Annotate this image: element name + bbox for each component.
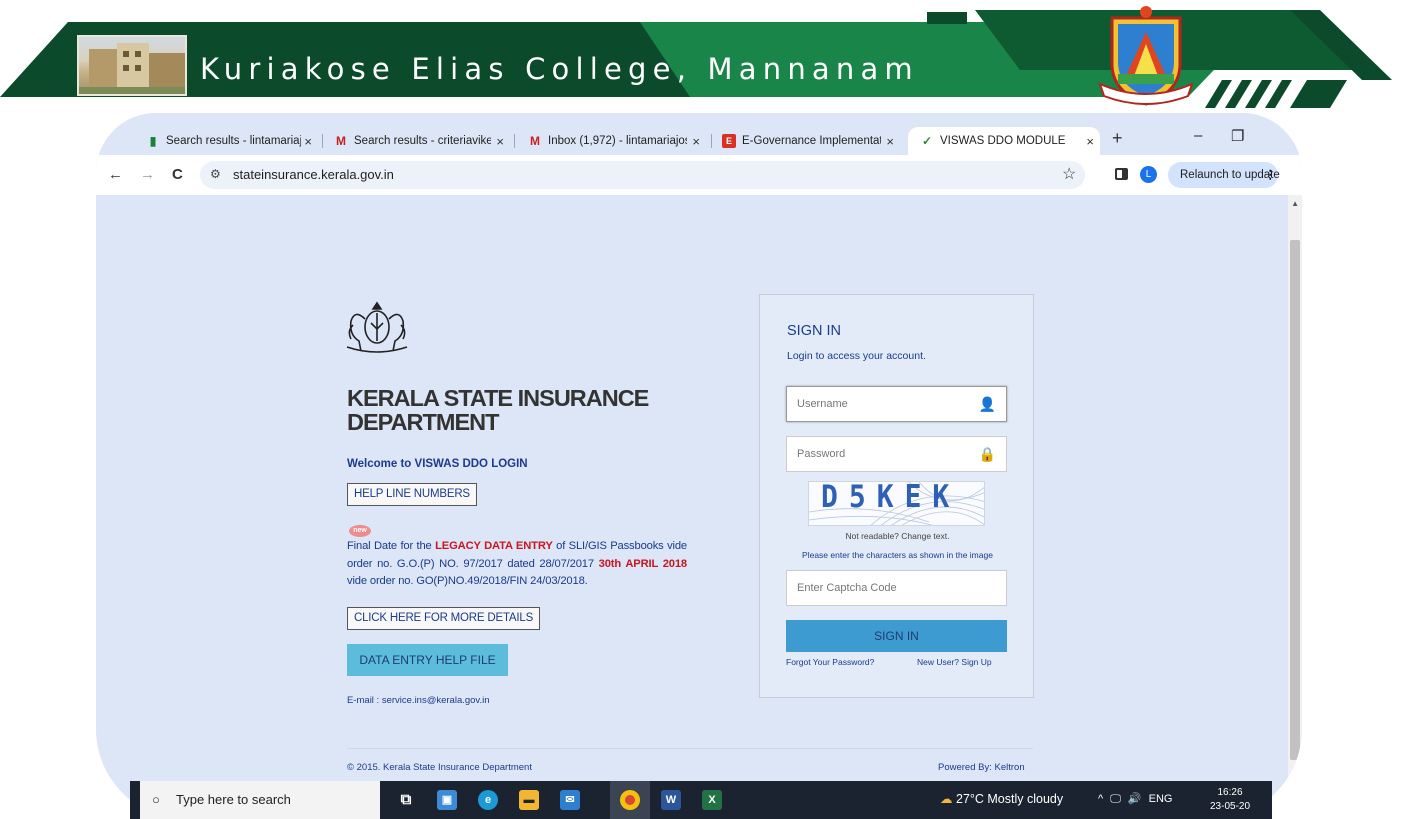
address-bar-row: ← → C ⚙ stateinsurance.kerala.gov.in ☆ L… <box>96 155 1302 195</box>
username-field[interactable]: Username 👤 <box>786 386 1007 422</box>
forgot-password-link[interactable]: Forgot Your Password? <box>786 657 874 667</box>
tab-strip: ▮ Search results - lintamariajos × M Sea… <box>96 113 1302 155</box>
password-field[interactable]: Password 🔒 <box>786 436 1007 472</box>
excel-icon[interactable]: X <box>702 790 722 810</box>
gmail-icon: M <box>530 134 540 148</box>
tab-gmail-inbox[interactable]: M Inbox (1,972) - lintamariajos × <box>528 127 706 155</box>
data-entry-help-file-button[interactable]: DATA ENTRY HELP FILE <box>347 644 508 676</box>
edge-icon[interactable]: e <box>478 790 498 810</box>
omnibox[interactable]: ⚙ stateinsurance.kerala.gov.in <box>200 161 1085 189</box>
change-captcha-link[interactable]: Not readable? Change text. <box>760 531 1035 541</box>
close-tab-icon[interactable]: × <box>304 134 312 149</box>
scroll-thumb[interactable] <box>1290 240 1300 760</box>
relaunch-button[interactable]: Relaunch to update ⋮ <box>1168 162 1280 188</box>
mail-icon[interactable]: ✉ <box>560 790 580 810</box>
screenshot-root: Kuriakose Elias College, Mannanam ▮ Sear… <box>0 0 1402 819</box>
system-tray[interactable]: ^ 🖵 🔊 ENG <box>1098 792 1172 806</box>
chrome-icon[interactable] <box>620 790 640 810</box>
new-tab-button[interactable]: + <box>1112 128 1123 149</box>
task-view-icon[interactable]: ⧉ <box>396 790 416 810</box>
browser-window: ▮ Search results - lintamariajos × M Sea… <box>96 113 1302 819</box>
captcha-instructions: Please enter the characters as shown in … <box>802 550 993 560</box>
cloud-sun-icon: ☁ <box>940 792 953 806</box>
close-tab-icon[interactable]: × <box>496 134 504 149</box>
bookmark-star-icon[interactable]: ☆ <box>1062 164 1076 184</box>
close-tab-icon[interactable]: × <box>1086 134 1094 149</box>
new-badge: new <box>349 525 371 537</box>
tab-e-governance[interactable]: E E-Governance Implementati × <box>722 127 900 155</box>
gmail-icon: M <box>336 134 346 148</box>
word-icon[interactable]: W <box>661 790 681 810</box>
college-name: Kuriakose Elias College, Mannanam <box>200 52 919 86</box>
side-panel-icon[interactable] <box>1115 168 1128 180</box>
e-governance-icon: E <box>722 134 736 148</box>
minimize-button[interactable]: – <box>1194 127 1202 144</box>
scroll-up-arrow-icon[interactable]: ▲ <box>1291 199 1299 208</box>
menu-icon[interactable]: ⋮ <box>1265 162 1277 188</box>
college-crest-icon <box>1096 4 1196 110</box>
tab-gmail-search[interactable]: M Search results - criteriavikec × <box>334 127 510 155</box>
signup-link[interactable]: New User? Sign Up <box>917 657 992 667</box>
more-details-button[interactable]: CLICK HERE FOR MORE DETAILS <box>347 607 541 630</box>
signin-subheading: Login to access your account. <box>787 350 926 362</box>
page-content: KERALA STATE INSURANCE DEPARTMENT Welcom… <box>96 195 1302 819</box>
captcha-input[interactable]: Enter Captcha Code <box>786 570 1007 606</box>
windows-taskbar: ○ Type here to search ⧉ ▣ e ▬ ✉ W X ☁ 27… <box>130 781 1272 819</box>
back-icon[interactable]: ← <box>108 166 123 183</box>
college-banner: Kuriakose Elias College, Mannanam <box>0 0 1402 112</box>
search-icon: ○ <box>152 792 160 807</box>
powered-by-text: Powered By: Keltron <box>938 762 1025 773</box>
tab-viswas-ddo[interactable]: ✓ VISWAS DDO MODULE × <box>908 127 1100 155</box>
viswas-icon: ✓ <box>921 134 933 148</box>
site-info-icon[interactable]: ⚙ <box>210 167 221 181</box>
college-building-photo <box>77 35 187 96</box>
reload-icon[interactable]: C <box>172 166 183 183</box>
copyright-text: © 2015. Kerala State Insurance Departmen… <box>347 762 532 773</box>
file-explorer-icon[interactable]: ▬ <box>519 790 539 810</box>
taskbar-search[interactable]: ○ Type here to search <box>140 781 380 819</box>
contact-email[interactable]: E-mail : service.ins@kerala.gov.in <box>347 695 490 706</box>
restore-button[interactable]: ❐ <box>1231 127 1244 145</box>
signin-heading: SIGN IN <box>787 323 841 339</box>
page-scrollbar[interactable]: ▲ <box>1288 195 1302 795</box>
google-sheets-icon: ▮ <box>149 134 157 148</box>
department-title: KERALA STATE INSURANCE DEPARTMENT <box>347 385 649 435</box>
welcome-text: Welcome to VISWAS DDO LOGIN <box>347 458 528 470</box>
signin-button[interactable]: SIGN IN <box>786 620 1007 652</box>
legacy-data-notice: Final Date for the LEGACY DATA ENTRY of … <box>347 540 687 587</box>
kerala-emblem-icon <box>345 295 409 355</box>
helpline-numbers-button[interactable]: HELP LINE NUMBERS <box>347 483 477 506</box>
signin-panel: SIGN IN Login to access your account. Us… <box>759 294 1034 698</box>
weather-widget[interactable]: ☁ 27°C Mostly cloudy <box>940 791 1063 806</box>
forward-icon[interactable]: → <box>140 166 155 183</box>
close-tab-icon[interactable]: × <box>886 134 894 149</box>
url-text[interactable]: stateinsurance.kerala.gov.in <box>233 167 394 182</box>
footer-divider <box>347 748 1033 749</box>
store-icon[interactable]: ▣ <box>437 790 457 810</box>
lock-icon: 🔒 <box>978 446 996 462</box>
close-tab-icon[interactable]: × <box>692 134 700 149</box>
captcha-image: D5KEK <box>808 481 985 526</box>
taskbar-clock[interactable]: 16:26 23-05-20 <box>1210 786 1250 814</box>
tab-sheets-search[interactable]: ▮ Search results - lintamariajos × <box>146 127 318 155</box>
captcha-text: D5KEK <box>821 481 961 515</box>
user-icon: 👤 <box>978 396 996 412</box>
profile-avatar[interactable]: L <box>1140 166 1157 183</box>
